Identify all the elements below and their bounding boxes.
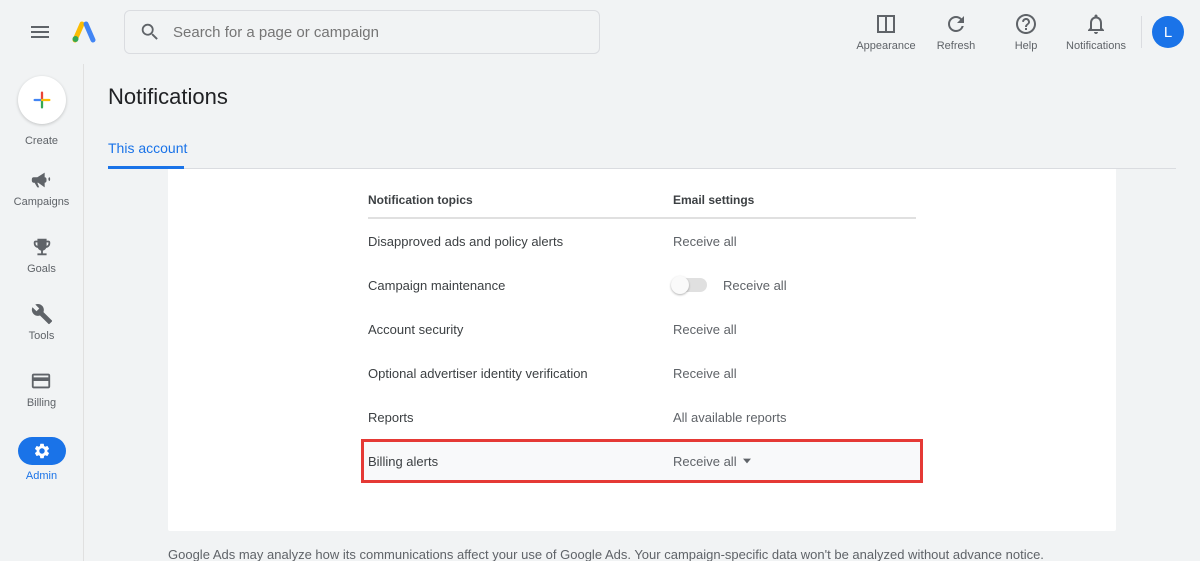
header-actions: Appearance Refresh Help Notifications L [851, 12, 1184, 52]
sidebar: Create Campaigns Goals Tools Billing Adm… [0, 64, 84, 561]
appearance-label: Appearance [856, 40, 915, 52]
table-row[interactable]: Campaign maintenance Receive all [368, 263, 916, 307]
plus-icon [31, 89, 53, 111]
sidebar-campaigns-label: Campaigns [14, 196, 70, 208]
notifications-label: Notifications [1066, 40, 1126, 52]
content-area: Notifications This account Notification … [84, 64, 1200, 561]
user-avatar[interactable]: L [1152, 16, 1184, 48]
row-topic: Campaign maintenance [368, 278, 673, 293]
megaphone-icon [30, 169, 52, 191]
table-header: Notification topics Email settings [368, 185, 916, 219]
sidebar-admin[interactable]: Admin [18, 437, 66, 482]
row-setting: Receive all [673, 278, 916, 293]
search-icon [139, 21, 161, 43]
table-row[interactable]: Disapproved ads and policy alerts Receiv… [368, 219, 916, 263]
refresh-label: Refresh [937, 40, 976, 52]
appearance-button[interactable]: Appearance [851, 12, 921, 52]
appearance-icon [874, 12, 898, 36]
dropdown-arrow-icon [743, 457, 751, 465]
row-setting: Receive all [673, 234, 916, 249]
card-icon [30, 370, 52, 392]
hamburger-menu-icon[interactable] [16, 8, 64, 56]
sidebar-billing[interactable]: Billing [27, 370, 56, 409]
tabs: This account [108, 130, 1176, 169]
trophy-icon [31, 236, 53, 258]
row-setting-dropdown[interactable]: Receive all [673, 454, 916, 469]
tab-this-account[interactable]: This account [108, 130, 205, 168]
search-box[interactable] [124, 10, 600, 54]
google-ads-logo[interactable] [72, 20, 96, 44]
sidebar-create[interactable]: Create [18, 76, 66, 147]
row-topic: Billing alerts [368, 454, 673, 469]
refresh-icon [944, 12, 968, 36]
sidebar-billing-label: Billing [27, 397, 56, 409]
page-title: Notifications [108, 84, 1176, 110]
divider [1141, 16, 1142, 48]
header-topics: Notification topics [368, 193, 673, 207]
sidebar-goals[interactable]: Goals [27, 236, 56, 275]
sidebar-campaigns[interactable]: Campaigns [14, 169, 70, 208]
row-topic: Account security [368, 322, 673, 337]
disclaimer-text: Google Ads may analyze how its communica… [168, 547, 1116, 561]
help-icon [1014, 12, 1038, 36]
help-button[interactable]: Help [991, 12, 1061, 52]
row-setting: Receive all [673, 366, 916, 381]
notifications-button[interactable]: Notifications [1061, 12, 1131, 52]
row-topic: Disapproved ads and policy alerts [368, 234, 673, 249]
toggle-switch[interactable] [673, 278, 707, 292]
row-setting: Receive all [673, 322, 916, 337]
row-topic: Optional advertiser identity verificatio… [368, 366, 673, 381]
tools-icon [31, 303, 53, 325]
table-row[interactable]: Optional advertiser identity verificatio… [368, 351, 916, 395]
header: Appearance Refresh Help Notifications L [0, 0, 1200, 64]
sidebar-create-label: Create [25, 135, 58, 147]
table-row[interactable]: Reports All available reports [368, 395, 916, 439]
sidebar-admin-label: Admin [26, 470, 57, 482]
notifications-panel: Notification topics Email settings Disap… [168, 169, 1116, 531]
help-label: Help [1015, 40, 1038, 52]
row-topic: Reports [368, 410, 673, 425]
refresh-button[interactable]: Refresh [921, 12, 991, 52]
table-row[interactable]: Account security Receive all [368, 307, 916, 351]
header-settings: Email settings [673, 193, 916, 207]
sidebar-goals-label: Goals [27, 263, 56, 275]
sidebar-tools-label: Tools [29, 330, 55, 342]
bell-icon [1084, 12, 1108, 36]
create-button[interactable] [18, 76, 66, 124]
table-row-highlighted[interactable]: Billing alerts Receive all [361, 439, 923, 483]
search-input[interactable] [173, 24, 585, 41]
row-setting: All available reports [673, 410, 916, 425]
gear-icon [33, 442, 51, 460]
sidebar-tools[interactable]: Tools [29, 303, 55, 342]
